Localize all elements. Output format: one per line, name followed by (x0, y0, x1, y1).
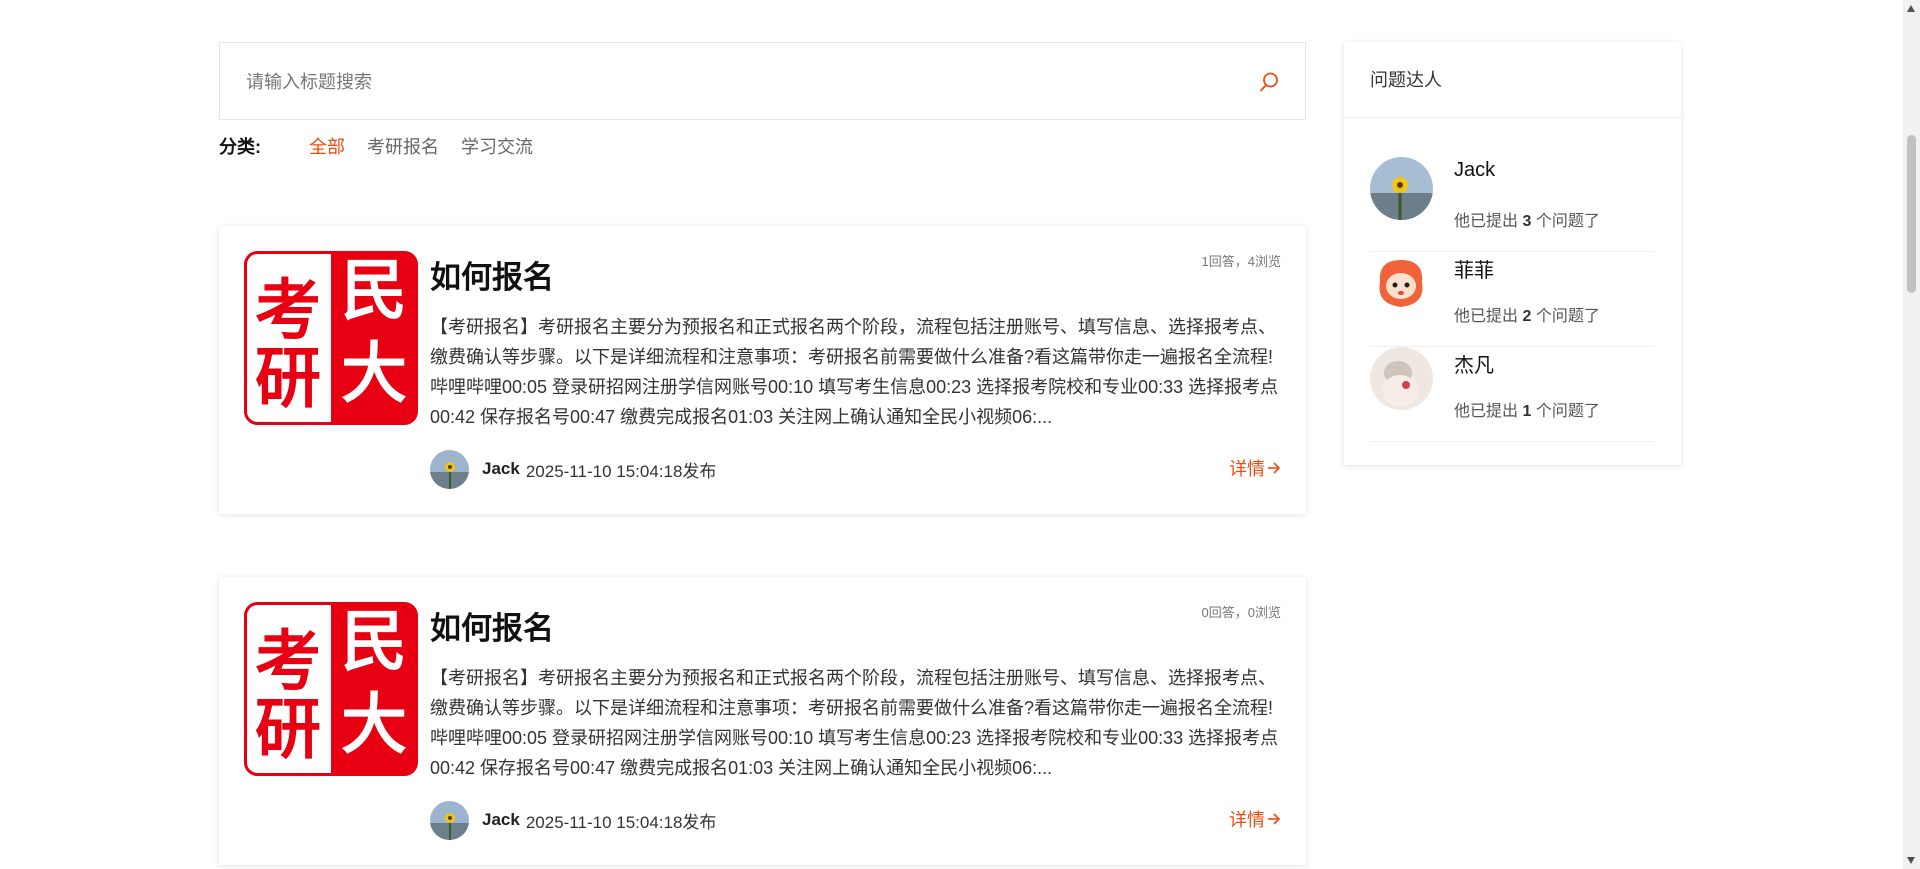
question-thumbnail: 考 民 研 大 (244, 602, 418, 776)
page: 分类: 全部 考研报名 学习交流 考 民 研 大 如何报名 1回答，4浏览 【考… (0, 0, 1920, 869)
user-avatar[interactable] (1370, 347, 1433, 410)
question-card: 考 民 研 大 如何报名 0回答，0浏览 【考研报名】考研报名主要分为预报名和正… (219, 577, 1306, 865)
scroll-down-icon[interactable] (1907, 857, 1915, 864)
question-stats: 1回答，4浏览 (1201, 254, 1281, 269)
category-exam-registration[interactable]: 考研报名 (367, 133, 439, 159)
search-input[interactable] (220, 43, 1248, 121)
search-bar (219, 42, 1306, 121)
thumb-char: 大 (341, 686, 407, 763)
category-study-exchange[interactable]: 学习交流 (461, 133, 533, 159)
vertical-scrollbar[interactable] (1903, 0, 1920, 869)
author-avatar[interactable] (430, 449, 469, 489)
question-meta: Jack 2025-11-10 15:04:18发布 (430, 800, 716, 840)
question-excerpt: 【考研报名】考研报名主要分为预报名和正式报名两个阶段，流程包括注册账号、填写信息… (430, 317, 1279, 427)
thumb-char: 民 (341, 603, 407, 680)
user-name[interactable]: 杰凡 (1454, 349, 1494, 378)
user-name[interactable]: Jack (1454, 159, 1495, 182)
author-name[interactable]: Jack (482, 459, 520, 479)
question-meta: Jack 2025-11-10 15:04:18发布 (430, 449, 716, 489)
scroll-up-icon[interactable] (1907, 5, 1915, 12)
asker-item[interactable]: 杰凡 他已提出 1 个问题了 (1370, 347, 1654, 442)
user-avatar[interactable] (1370, 252, 1433, 315)
question-stats: 0回答，0浏览 (1201, 605, 1281, 620)
post-time: 2025-11-10 15:04:18发布 (525, 461, 717, 481)
detail-label: 详情 (1229, 459, 1265, 479)
thumb-char: 研 (255, 691, 321, 768)
thumb-char: 考 (255, 272, 321, 349)
category-filter: 分类: 全部 考研报名 学习交流 (219, 134, 555, 158)
category-label: 分类: (219, 137, 261, 157)
question-thumbnail: 考 民 研 大 (244, 251, 418, 425)
thumb-char: 考 (255, 623, 321, 700)
question-excerpt: 【考研报名】考研报名主要分为预报名和正式报名两个阶段，流程包括注册账号、填写信息… (430, 668, 1279, 778)
detail-label: 详情 (1229, 810, 1265, 830)
thumb-char: 研 (255, 340, 321, 417)
question-count: 他已提出 3 个问题了 (1454, 213, 1600, 230)
asker-item[interactable]: 菲菲 他已提出 2 个问题了 (1370, 252, 1654, 347)
question-count: 他已提出 2 个问题了 (1454, 308, 1600, 325)
question-title[interactable]: 如何报名 (430, 603, 554, 648)
category-all[interactable]: 全部 (309, 133, 345, 159)
detail-link[interactable]: 详情 (1229, 806, 1281, 832)
top-askers-panel: 问题达人 Jack 他已提出 3 个问题了 菲菲 他已提出 2 个问题了 杰凡 … (1344, 42, 1681, 465)
question-count: 他已提出 1 个问题了 (1454, 403, 1600, 420)
scrollbar-thumb[interactable] (1907, 135, 1916, 293)
author-avatar[interactable] (430, 800, 469, 840)
user-avatar[interactable] (1370, 157, 1433, 220)
question-card: 考 民 研 大 如何报名 1回答，4浏览 【考研报名】考研报名主要分为预报名和正… (219, 226, 1306, 514)
author-name[interactable]: Jack (482, 810, 520, 830)
search-icon[interactable] (1257, 70, 1281, 94)
question-title[interactable]: 如何报名 (430, 252, 554, 297)
arrow-right-icon (1268, 813, 1281, 825)
user-name[interactable]: 菲菲 (1454, 254, 1494, 283)
arrow-right-icon (1268, 462, 1281, 474)
thumb-char: 民 (341, 252, 407, 329)
thumb-char: 大 (341, 335, 407, 412)
detail-link[interactable]: 详情 (1229, 455, 1281, 481)
panel-title: 问题达人 (1344, 42, 1681, 118)
post-time: 2025-11-10 15:04:18发布 (525, 812, 717, 832)
asker-item[interactable]: Jack 他已提出 3 个问题了 (1370, 157, 1654, 252)
